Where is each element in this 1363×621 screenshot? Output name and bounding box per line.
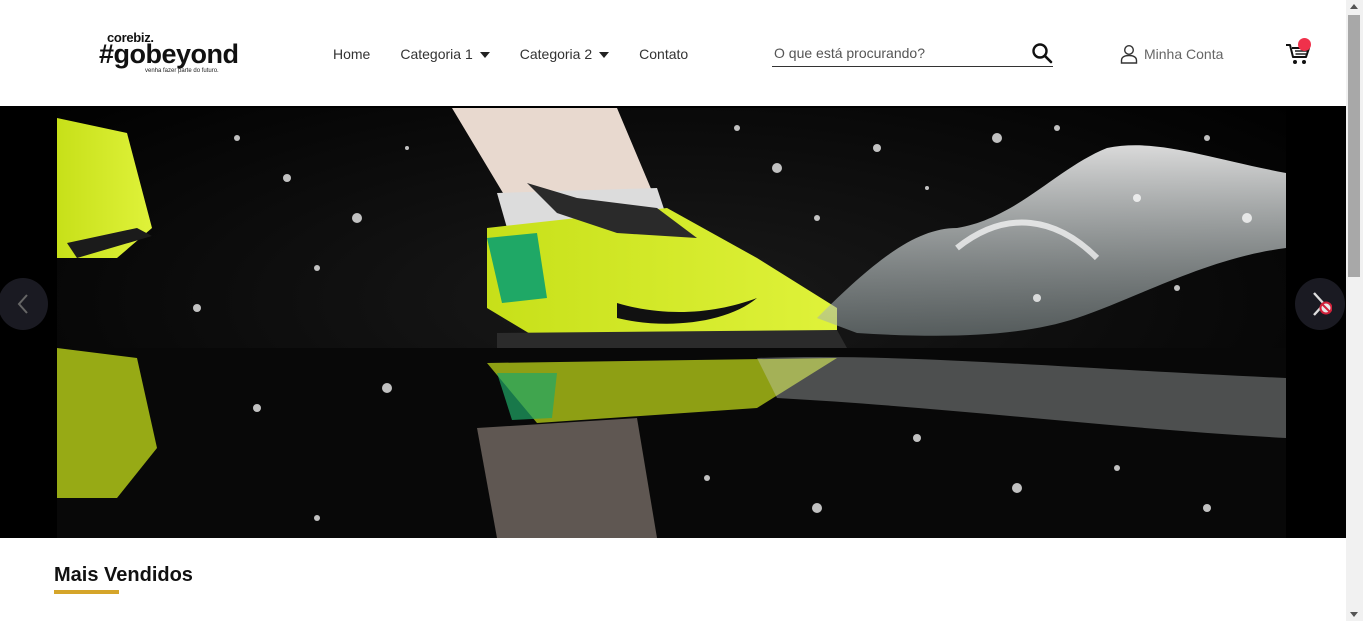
chevron-right-icon — [1313, 292, 1332, 316]
search-icon[interactable] — [1031, 42, 1053, 64]
user-icon — [1120, 44, 1138, 64]
logo[interactable]: corebiz. #gobeyond venha fazer parte do … — [99, 30, 239, 80]
section-title: Mais Vendidos — [54, 564, 193, 586]
page-scrollbar[interactable] — [1346, 0, 1363, 621]
account-link[interactable]: Minha Conta — [1120, 44, 1223, 64]
sneaker-splash-image — [57, 108, 1286, 538]
scroll-down-icon[interactable] — [1350, 612, 1358, 617]
search-bar — [772, 40, 1053, 67]
site-header: corebiz. #gobeyond venha fazer parte do … — [0, 0, 1346, 106]
cart-badge — [1298, 38, 1311, 51]
logo-main-text: #gobeyond — [99, 39, 239, 69]
slider-prev-button[interactable] — [0, 278, 48, 330]
scroll-up-icon[interactable] — [1350, 4, 1358, 9]
main-nav: Home Categoria 1 Categoria 2 Contato — [333, 44, 718, 64]
slider-next-button[interactable] — [1295, 278, 1345, 330]
hero-image — [57, 108, 1286, 538]
scroll-thumb[interactable] — [1348, 15, 1360, 277]
account-label: Minha Conta — [1144, 46, 1224, 62]
chevron-left-icon — [17, 294, 28, 314]
logo-tagline: venha fazer parte do futuro. — [145, 68, 219, 74]
hero-banner — [0, 106, 1346, 538]
nav-item-label: Contato — [639, 46, 689, 62]
nav-item-home[interactable]: Home — [333, 46, 370, 62]
nav-item-label: Home — [333, 46, 371, 62]
nav-item-contato[interactable]: Contato — [639, 46, 688, 62]
nav-item-label: Categoria 2 — [519, 46, 593, 62]
search-input[interactable] — [774, 43, 1019, 63]
section-title-underline — [54, 590, 119, 594]
caret-down-icon — [599, 52, 610, 58]
nav-item-categoria-2[interactable]: Categoria 2 — [519, 46, 610, 62]
caret-down-icon — [479, 52, 490, 58]
nav-item-categoria-1[interactable]: Categoria 1 — [400, 46, 490, 62]
nav-item-label: Categoria 1 — [400, 46, 473, 62]
